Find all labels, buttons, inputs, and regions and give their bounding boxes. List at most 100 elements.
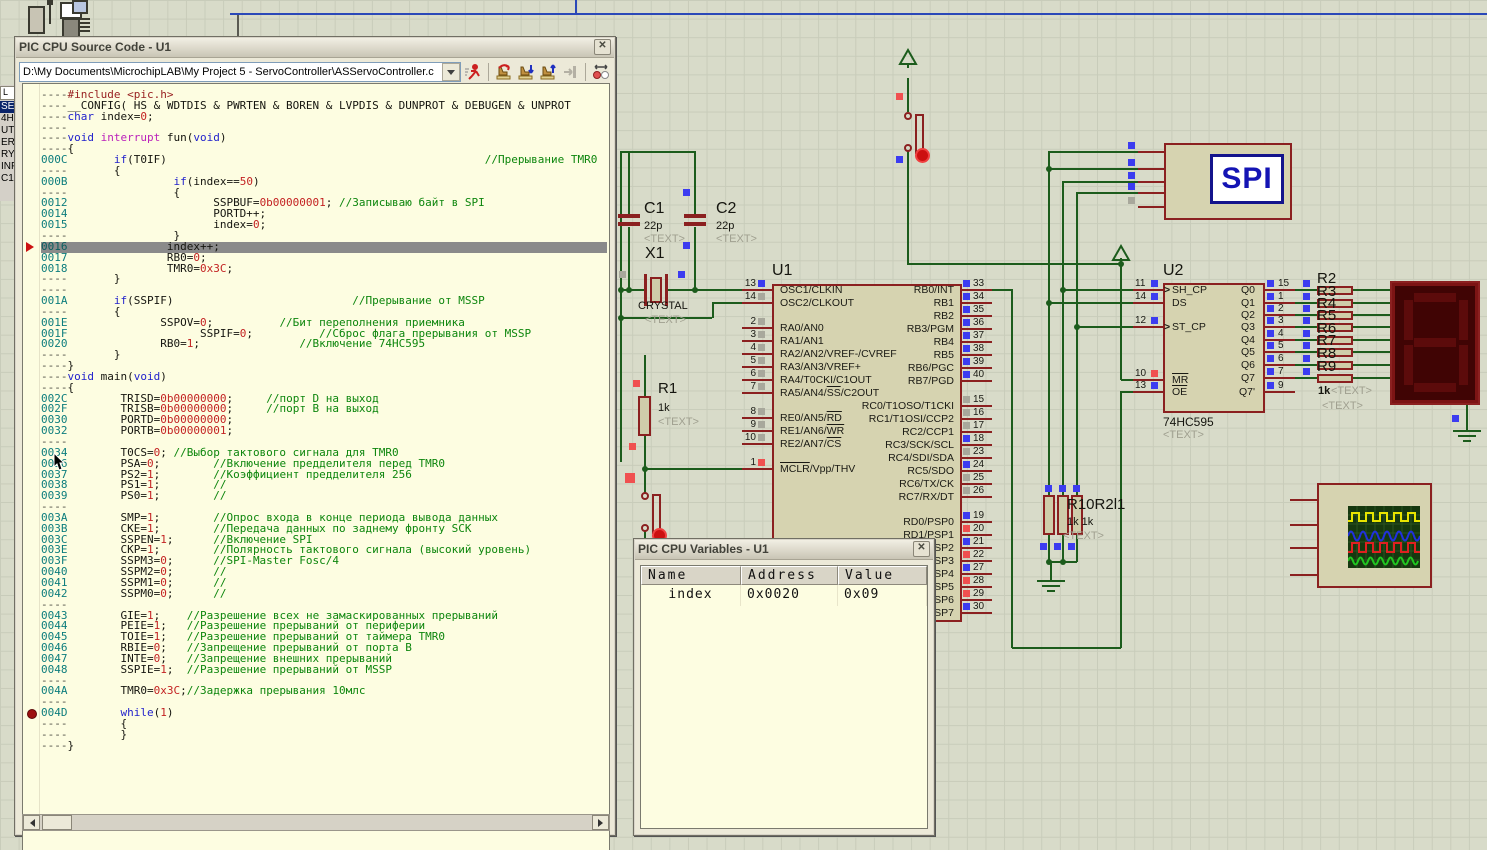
wire[interactable]	[1295, 314, 1317, 316]
wire[interactable]	[1353, 377, 1393, 379]
wire[interactable]	[628, 227, 630, 290]
wire[interactable]	[621, 289, 646, 291]
pin-stub[interactable]	[1133, 326, 1163, 328]
code-line[interactable]: ----char index=0;	[41, 112, 607, 123]
code-line[interactable]: ---- }	[41, 730, 607, 741]
pin-stub[interactable]	[742, 302, 772, 304]
wire[interactable]	[1353, 326, 1393, 328]
pin-stub[interactable]	[1138, 168, 1164, 170]
wire[interactable]	[1353, 364, 1393, 366]
code-line[interactable]: 0048 SSPIE=1; //Разрешение прерываний от…	[41, 665, 607, 676]
wire[interactable]	[667, 289, 695, 291]
rpack-resistor-body[interactable]	[1317, 374, 1353, 383]
variables-window-titlebar[interactable]: PIC CPU Variables - U1 ✕	[634, 539, 934, 560]
wire[interactable]	[1295, 364, 1317, 366]
code-line[interactable]: ----void interrupt fun(void)	[41, 133, 607, 144]
toolbar-icon-fragment[interactable]	[80, 18, 90, 34]
pin-stub[interactable]	[742, 443, 772, 445]
variables-table-header[interactable]: NameAddressValue	[641, 566, 927, 585]
pin-stub[interactable]	[1133, 302, 1163, 304]
close-icon[interactable]: ✕	[594, 39, 611, 55]
variable-row[interactable]: index0x00200x09	[641, 585, 927, 606]
breakpoint-margin[interactable]	[23, 84, 40, 820]
toolbar-icon-fragment[interactable]	[28, 6, 45, 34]
wire[interactable]	[1120, 391, 1122, 648]
step-out-button[interactable]	[538, 62, 558, 82]
wire[interactable]	[1048, 535, 1050, 562]
pushbutton-terminal[interactable]	[641, 524, 649, 532]
pull-resistor-body[interactable]	[1043, 495, 1055, 535]
wire[interactable]	[1077, 326, 1133, 328]
wire[interactable]	[1295, 302, 1317, 304]
seven-segment-display[interactable]	[1390, 281, 1480, 405]
capacitor-plate[interactable]	[618, 222, 640, 226]
wire[interactable]	[1121, 391, 1133, 393]
wire[interactable]	[1062, 181, 1064, 496]
toolbar-icon-fragment[interactable]	[62, 18, 80, 38]
pin-stub[interactable]	[962, 612, 992, 614]
wire[interactable]	[644, 468, 742, 470]
wire[interactable]	[1353, 289, 1393, 291]
wire[interactable]	[620, 151, 622, 462]
wire[interactable]	[907, 150, 909, 264]
capacitor-plate[interactable]	[618, 214, 640, 218]
wire[interactable]	[695, 289, 742, 291]
pin-stub[interactable]	[1290, 524, 1317, 526]
scroll-thumb[interactable]	[42, 815, 72, 830]
pushbutton-terminal[interactable]	[904, 112, 912, 120]
pin-stub[interactable]	[962, 496, 992, 498]
wire[interactable]	[1012, 647, 1121, 649]
pin-stub[interactable]	[1290, 547, 1317, 549]
code-line[interactable]: ---- }	[41, 274, 607, 285]
wire[interactable]	[1295, 289, 1317, 291]
wire[interactable]	[1353, 351, 1393, 353]
pushbutton-actuator[interactable]	[652, 494, 661, 534]
wire[interactable]	[1353, 314, 1393, 316]
capacitor-plate[interactable]	[684, 222, 706, 226]
pin-stub[interactable]	[742, 392, 772, 394]
step-into-button[interactable]	[516, 62, 536, 82]
code-line[interactable]: 0020 RB0=1; //Включение 74HC595	[41, 339, 607, 350]
run-button[interactable]	[463, 62, 483, 82]
code-line[interactable]: 0032 PORTB=0b00000001;	[41, 426, 607, 437]
code-line[interactable]: ----void main(void)	[41, 372, 607, 383]
wire[interactable]	[621, 151, 695, 153]
wire[interactable]	[1295, 326, 1317, 328]
toolbar-icon-fragment[interactable]	[47, 0, 53, 5]
variables-column-header[interactable]: Address	[741, 566, 838, 585]
wire[interactable]	[1048, 151, 1050, 496]
wire[interactable]	[628, 151, 630, 215]
source-window-titlebar[interactable]: PIC CPU Source Code - U1 ✕	[15, 37, 615, 58]
spi-debugger[interactable]: SPI	[1164, 143, 1292, 220]
pin-stub[interactable]	[962, 380, 992, 382]
source-code-area[interactable]: ----#include <pic.h>----__CONFIG( HS & W…	[22, 83, 610, 850]
variables-column-header[interactable]: Value	[838, 566, 927, 585]
pushbutton-cap[interactable]	[917, 150, 928, 161]
pin-stub[interactable]	[1265, 377, 1295, 379]
pin-stub[interactable]	[1138, 151, 1164, 153]
wire[interactable]	[990, 289, 1012, 291]
run-to-cursor-button[interactable]	[560, 62, 580, 82]
code-line[interactable]: 004A TMR0=0x3C;//Задержка прерывания 10м…	[41, 686, 607, 697]
wire[interactable]	[712, 302, 742, 304]
oscilloscope[interactable]	[1317, 483, 1432, 588]
scroll-right-icon[interactable]	[592, 815, 609, 830]
toolbar-icon-fragment[interactable]	[72, 0, 88, 14]
capacitor-plate[interactable]	[684, 214, 706, 218]
code-line[interactable]: 000C if(T0IF) //Прерывание TMR0	[41, 155, 607, 166]
scroll-left-icon[interactable]	[23, 815, 40, 830]
wire[interactable]	[694, 151, 696, 215]
pin-stub[interactable]	[742, 468, 772, 470]
wire[interactable]	[907, 263, 1121, 265]
wire[interactable]	[1353, 339, 1393, 341]
step-over-button[interactable]	[494, 62, 514, 82]
variables-table[interactable]: NameAddressValue index0x00200x09	[640, 565, 928, 829]
pushbutton-actuator[interactable]	[915, 114, 924, 154]
variables-column-header[interactable]: Name	[641, 566, 741, 585]
code-line[interactable]: 0039 PS0=1; //	[41, 491, 607, 502]
pin-stub[interactable]	[1265, 391, 1295, 393]
pin-stub[interactable]	[1290, 574, 1317, 576]
wire[interactable]	[1077, 192, 1138, 194]
wire[interactable]	[1466, 403, 1468, 430]
close-icon[interactable]: ✕	[913, 541, 930, 557]
